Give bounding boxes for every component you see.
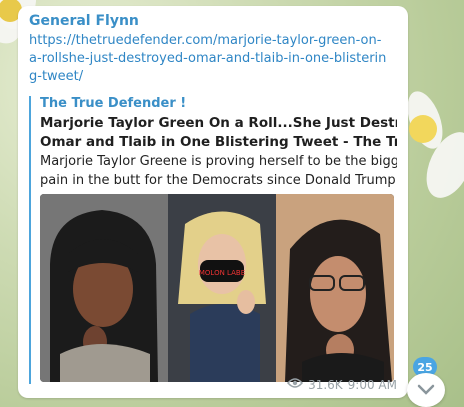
chevron-down-icon — [417, 381, 435, 400]
sender-name[interactable]: General Flynn — [29, 13, 139, 29]
message-time: 9:00 AM — [347, 377, 397, 392]
mask-text: MOLON LABE — [199, 269, 245, 277]
preview-description-line-2: pain in the butt for the Democrats since… — [40, 173, 397, 188]
link-preview[interactable]: The True Defender ! Marjorie Taylor Gree… — [29, 96, 397, 384]
message-link[interactable]: https://thetruedefender.com/marjorie-tay… — [29, 32, 389, 86]
message-bubble[interactable]: General Flynn https://thetruedefender.co… — [18, 6, 408, 398]
preview-description-line-1: Marjorie Taylor Greene is proving hersel… — [40, 154, 397, 169]
view-count: 31.6K — [308, 377, 343, 392]
background-flower-right — [400, 80, 464, 210]
message-meta: 31.6K 9:00 AM — [287, 377, 397, 392]
preview-title-line-2: Omar and Tlaib in One Blistering Tweet -… — [40, 134, 397, 150]
eye-icon — [287, 377, 304, 392]
preview-image[interactable]: MOLON LABE — [40, 194, 394, 382]
preview-title-line-1: Marjorie Taylor Green On a Roll...She Ju… — [40, 115, 397, 131]
scroll-down-button[interactable] — [407, 373, 445, 407]
preview-site-name: The True Defender ! — [40, 96, 187, 111]
